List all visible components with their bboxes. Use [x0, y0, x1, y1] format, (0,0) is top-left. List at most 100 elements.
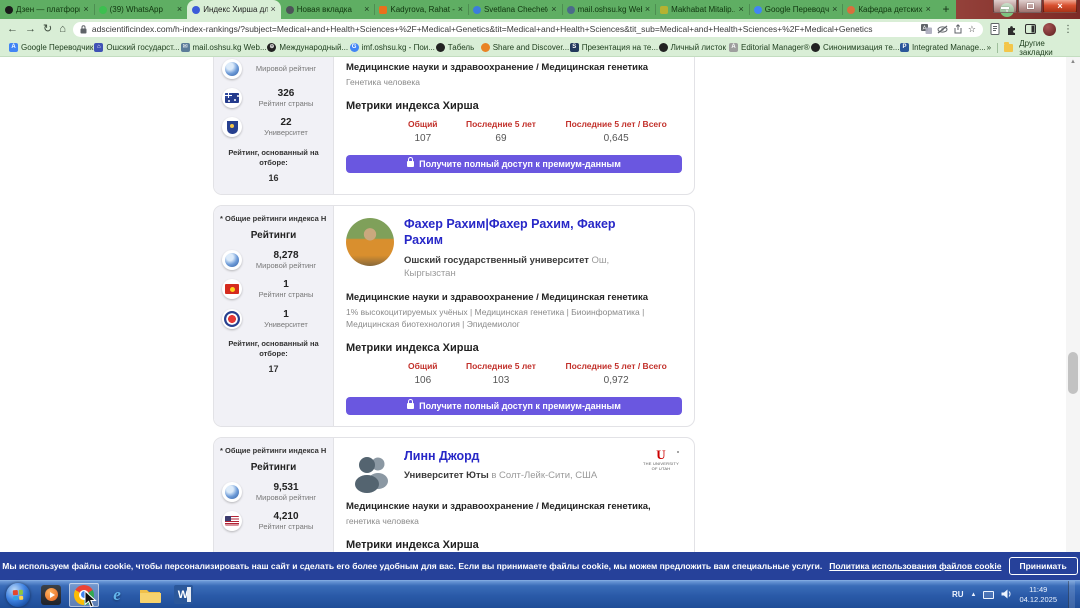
- tab-hirsch-index-active[interactable]: Индекс Хирша дл... ×: [187, 0, 281, 19]
- world-rank-row: 9,531 Мировой рейтинг: [220, 482, 327, 502]
- bookmark-international[interactable]: ⊕ Международный...: [267, 43, 338, 52]
- profile-avatar[interactable]: [1043, 23, 1056, 36]
- affiliation-university[interactable]: Ошский государственный университет: [404, 255, 589, 266]
- tab-close-icon[interactable]: ×: [738, 5, 743, 14]
- scientist-card-2: * Общие рейтинги индекса H Рейтинги 8,27…: [213, 205, 695, 427]
- start-button[interactable]: [6, 583, 30, 607]
- bookmark-tabel[interactable]: Табель: [436, 43, 470, 52]
- tab-close-icon[interactable]: ×: [458, 5, 463, 14]
- tab-kafedra[interactable]: Кафедра детских... ×: [842, 0, 936, 19]
- reload-icon[interactable]: ↻: [43, 24, 52, 35]
- back-icon[interactable]: ←: [7, 24, 18, 35]
- bookmark-oshsu[interactable]: ⌂ Ошский государст...: [94, 43, 169, 52]
- tags-line: генетика человека: [346, 516, 682, 528]
- tab-close-icon[interactable]: ×: [645, 5, 650, 14]
- scientist-name-link[interactable]: Фахер Рахим|Фахер Рахим, Факер Рахим: [404, 216, 618, 249]
- tab-close-icon[interactable]: ×: [177, 5, 182, 14]
- tab-dzen[interactable]: Дзен — платформ... ×: [0, 0, 94, 19]
- reading-list-icon[interactable]: [990, 23, 1000, 35]
- eye-slash-icon[interactable]: [937, 25, 948, 34]
- tab-close-icon[interactable]: ×: [83, 5, 88, 14]
- university-rank-value: 1: [283, 309, 289, 320]
- tab-close-icon[interactable]: ×: [271, 5, 276, 14]
- country-rank-label: Рейтинг страны: [259, 523, 314, 531]
- tab-close-icon[interactable]: ×: [832, 5, 837, 14]
- home-icon[interactable]: ⌂: [59, 24, 66, 35]
- network-display-icon[interactable]: [983, 591, 994, 599]
- clock[interactable]: 11:49 04.12.2025: [1019, 585, 1057, 604]
- oshsu-logo-icon: [222, 309, 242, 329]
- mail-favicon: ✉: [181, 43, 190, 52]
- extensions-puzzle-icon[interactable]: [1007, 24, 1018, 35]
- subject-line: Медицинские науки и здравоохранение / Ме…: [346, 501, 682, 513]
- speaker-icon[interactable]: [1001, 586, 1012, 604]
- internet-explorer-icon[interactable]: e: [102, 583, 132, 607]
- hidden-icons-arrow[interactable]: ▲: [971, 592, 977, 598]
- world-rank-row: Мировой рейтинг: [220, 59, 327, 79]
- translate-icon[interactable]: A: [921, 24, 932, 34]
- bookmark-synonymization[interactable]: Синонимизация те...: [811, 43, 889, 52]
- australia-flag-icon: [222, 88, 242, 108]
- bookmark-label: mail.oshsu.kg Web...: [193, 43, 267, 52]
- tab-close-icon[interactable]: ×: [926, 5, 931, 14]
- side-panel-icon[interactable]: [1025, 24, 1036, 34]
- minimize-button[interactable]: [993, 0, 1017, 13]
- new-tab-button[interactable]: +: [938, 2, 954, 17]
- other-bookmarks[interactable]: Другие закладки: [1019, 39, 1071, 57]
- bookmark-share-discover[interactable]: Share and Discover...: [481, 43, 559, 52]
- page-scrollbar[interactable]: ▲: [1066, 57, 1080, 552]
- bookmark-label: Личный листок: [671, 43, 726, 52]
- language-indicator[interactable]: RU: [952, 590, 964, 599]
- bookmark-editorial-manager[interactable]: A Editorial Manager®: [729, 43, 800, 52]
- maximize-button[interactable]: [1018, 0, 1042, 13]
- forward-icon[interactable]: →: [25, 24, 36, 35]
- tab-svetlana[interactable]: Svetlana Chechetc... ×: [468, 0, 562, 19]
- bookmark-star-icon[interactable]: ☆: [968, 24, 976, 35]
- scientist-name-link[interactable]: Линн Джорд: [404, 448, 618, 464]
- tab-kadyrova[interactable]: Kadyrova, Rahat - ... ×: [374, 0, 468, 19]
- h-ratio: 0,645: [550, 133, 682, 144]
- browser-menu-icon[interactable]: ⋮: [1063, 24, 1073, 35]
- rankings-sidebar: * Общие рейтинги индекса H Рейтинги 9,53…: [214, 438, 334, 552]
- bookmark-presentation[interactable]: S Презентация на те...: [570, 43, 648, 52]
- tab-new-tab[interactable]: Новая вкладка ×: [281, 0, 375, 19]
- scroll-up-icon[interactable]: ▲: [1066, 57, 1080, 65]
- bookmarks-overflow-icon[interactable]: »: [987, 43, 991, 52]
- premium-access-button[interactable]: Получите полный доступ к премиум-данным: [346, 155, 682, 173]
- show-desktop-button[interactable]: [1068, 581, 1075, 608]
- word-icon[interactable]: W: [168, 583, 198, 607]
- h-index-table: Общий107 Последние 5 лет69 Последние 5 л…: [394, 119, 682, 144]
- utah-caption: THE UNIVERSITY OF UTAH: [640, 462, 682, 472]
- bookmark-mail-oshsu[interactable]: ✉ mail.oshsu.kg Web...: [181, 43, 257, 52]
- card-body: Линн Джорд Университет Юты в Солт-Лейк-С…: [334, 438, 694, 552]
- university-crest-icon: [222, 117, 242, 137]
- address-bar[interactable]: adscientificindex.com/h-index-rankings/?…: [73, 22, 983, 37]
- share-icon[interactable]: [953, 24, 963, 34]
- scrollbar-thumb[interactable]: [1068, 352, 1078, 394]
- cookie-policy-link[interactable]: Политика использования файлов cookie: [829, 561, 1001, 571]
- browser-toolbar: ← → ↻ ⌂ adscientificindex.com/h-index-ra…: [0, 19, 1080, 39]
- tab-close-icon[interactable]: ×: [551, 5, 556, 14]
- tab-close-icon[interactable]: ×: [364, 5, 369, 14]
- affiliation-line: Ошский государственный университет Ош, К…: [404, 254, 618, 281]
- world-rank-icon: [222, 482, 242, 502]
- premium-access-button[interactable]: Получите полный доступ к премиум-данным: [346, 397, 682, 415]
- media-player-icon[interactable]: [36, 583, 66, 607]
- affiliation-university[interactable]: Университет Юты: [404, 470, 489, 481]
- ratings-header: * Общие рейтинги индекса H: [220, 214, 327, 223]
- cookie-accept-button[interactable]: Принимать: [1009, 557, 1078, 575]
- bookmark-integrated-manager[interactable]: P Integrated Manage...: [900, 43, 976, 52]
- tab-whatsapp[interactable]: (39) WhatsApp ×: [94, 0, 188, 19]
- bookmark-personal-sheet[interactable]: Личный листок: [659, 43, 718, 52]
- whatsapp-favicon: [99, 6, 107, 14]
- tab-google-translate[interactable]: Google Переводч... ×: [749, 0, 843, 19]
- tab-mail-oshsu[interactable]: mail.oshsu.kg Web... ×: [562, 0, 656, 19]
- dot-favicon: [436, 43, 445, 52]
- bookmark-imf-oshsu[interactable]: G imf.oshsu.kg - Пои...: [350, 43, 425, 52]
- file-explorer-icon[interactable]: [135, 583, 165, 607]
- tab-makhabat[interactable]: Makhabat Mitalip... ×: [655, 0, 749, 19]
- premium-label: Получите полный доступ к премиум-данным: [419, 159, 621, 169]
- bookmark-google-translate[interactable]: A Google Переводчик: [9, 43, 83, 52]
- selection-label: Рейтинг, основанный на отборе:: [228, 148, 318, 168]
- close-button[interactable]: ×: [1043, 0, 1077, 13]
